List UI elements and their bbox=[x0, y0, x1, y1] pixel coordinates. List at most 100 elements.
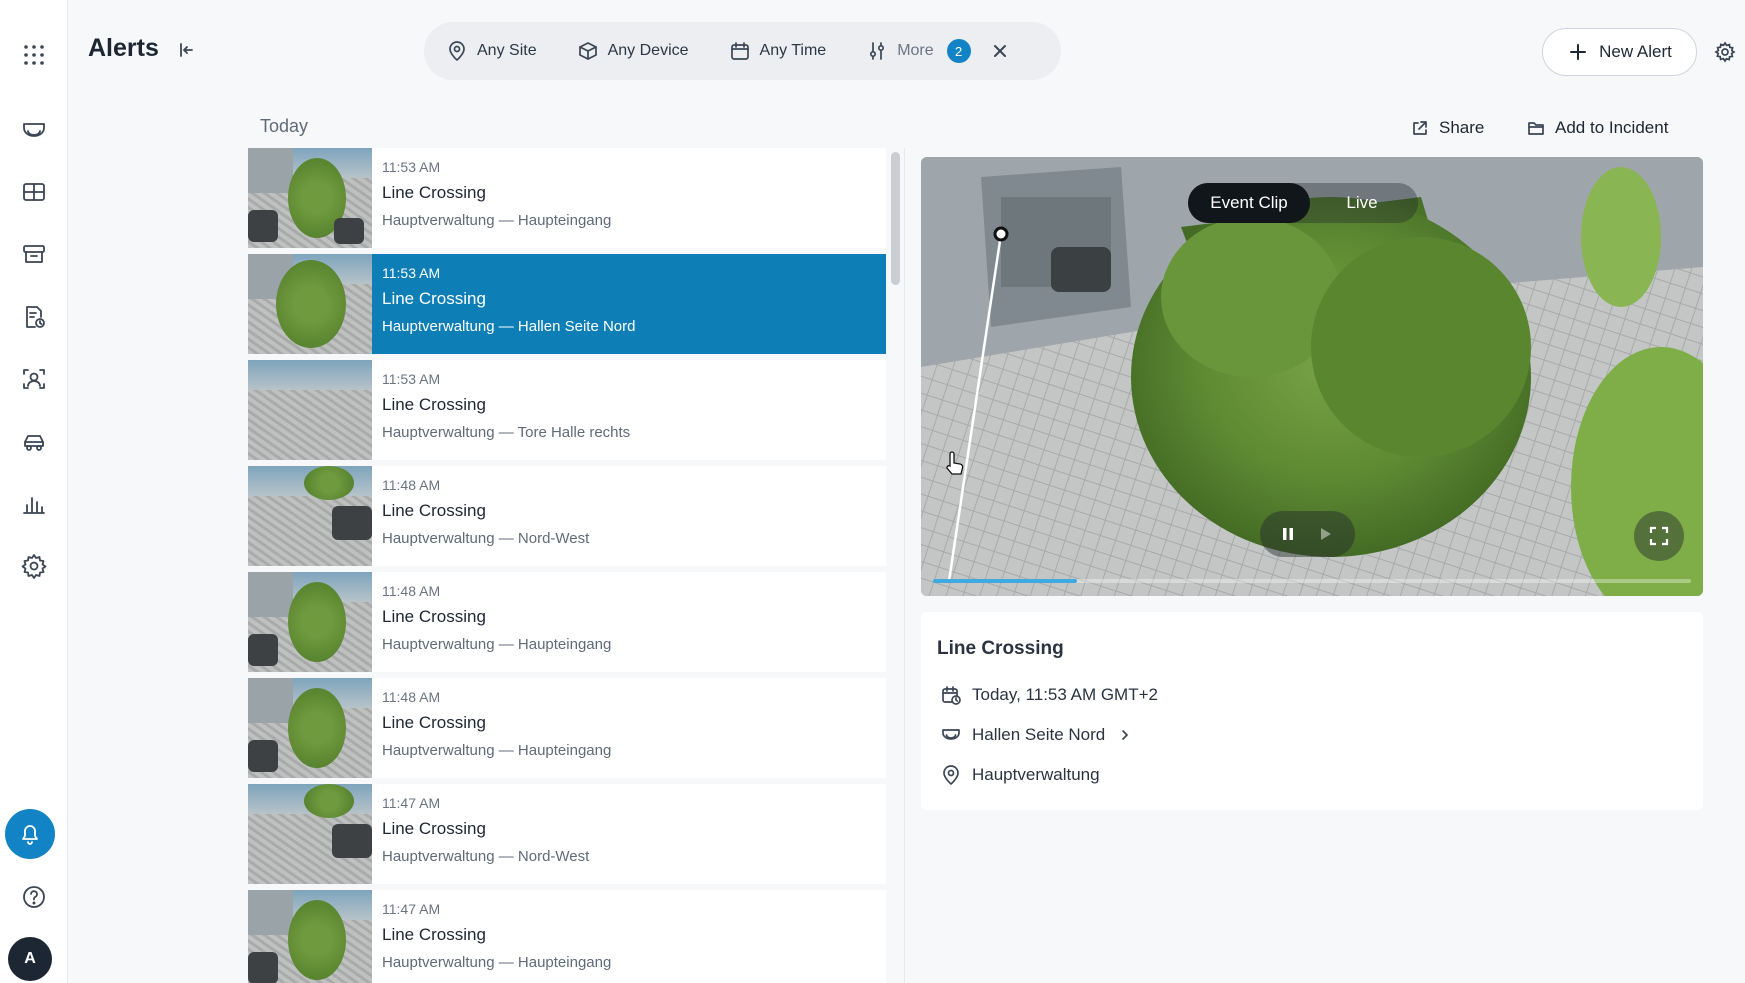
sidebar-item-cameras[interactable] bbox=[9, 105, 59, 155]
alert-list-item[interactable]: 11:48 AM Line Crossing Hauptverwaltung — H… bbox=[248, 678, 886, 778]
bar-chart-icon bbox=[23, 497, 45, 514]
alert-location: Hauptverwaltung — Haupteingang bbox=[382, 212, 612, 229]
alert-list-item[interactable]: 11:53 AM Line Crossing Hauptverwaltung — T… bbox=[248, 360, 886, 460]
alert-title: Line Crossing bbox=[382, 395, 486, 414]
filter-site[interactable]: Any Site bbox=[446, 40, 537, 62]
filter-more[interactable]: More 2 bbox=[866, 39, 971, 63]
collapse-panel-button[interactable] bbox=[176, 40, 198, 62]
apps-grid-button[interactable] bbox=[9, 30, 59, 80]
next-frame-button[interactable] bbox=[1315, 522, 1339, 546]
alert-list: 11:53 AM Line Crossing Hauptverwaltung — H… bbox=[248, 148, 886, 983]
filter-site-label: Any Site bbox=[477, 42, 537, 59]
alert-time: 11:53 AM bbox=[382, 371, 441, 387]
alerts-app: A Alerts Any Site Any Device Any Time Mo… bbox=[0, 0, 1745, 983]
alert-list-item[interactable]: 11:47 AM Line Crossing Hauptverwaltung — N… bbox=[248, 784, 886, 884]
sidebar-item-archive[interactable] bbox=[9, 229, 59, 279]
alert-row-body: 11:47 AM Line Crossing Hauptverwaltung — N… bbox=[372, 784, 589, 884]
alert-title: Line Crossing bbox=[382, 607, 486, 626]
alert-row-body: 11:48 AM Line Crossing Hauptverwaltung — H… bbox=[372, 572, 611, 672]
car-icon bbox=[24, 435, 44, 451]
user-avatar[interactable]: A bbox=[8, 937, 52, 981]
share-label: Share bbox=[1439, 118, 1485, 137]
alert-time: 11:53 AM bbox=[382, 159, 441, 175]
sliders-icon bbox=[870, 42, 885, 60]
clear-filters-button[interactable] bbox=[989, 40, 1011, 62]
alert-row-body: 11:48 AM Line Crossing Hauptverwaltung — N… bbox=[372, 466, 589, 566]
alert-title: Line Crossing bbox=[382, 925, 486, 944]
alert-time: 11:48 AM bbox=[382, 583, 441, 599]
alert-row-body: 11:53 AM Line Crossing Hauptverwaltung — T… bbox=[372, 360, 630, 460]
alert-thumbnail bbox=[248, 466, 372, 566]
alert-detail-camera-link[interactable]: Hallen Seite Nord bbox=[940, 724, 1131, 746]
filter-device[interactable]: Any Device bbox=[577, 40, 689, 62]
alert-detail-card: Line Crossing Today, 11:53 AM GMT+2 Hall… bbox=[921, 612, 1703, 810]
alert-location: Hauptverwaltung — Nord-West bbox=[382, 848, 590, 865]
filter-count-badge: 2 bbox=[946, 39, 971, 63]
bell-icon bbox=[22, 825, 38, 845]
sidebar-item-settings[interactable] bbox=[9, 541, 59, 591]
filter-device-label: Any Device bbox=[607, 42, 689, 59]
map-pin-icon bbox=[943, 765, 959, 785]
alert-list-item[interactable]: 11:53 AM Line Crossing Hauptverwaltung — H… bbox=[248, 254, 886, 354]
alert-list-item[interactable]: 11:53 AM Line Crossing Hauptverwaltung — H… bbox=[248, 148, 886, 248]
alert-detail-datetime: Today, 11:53 AM GMT+2 bbox=[940, 684, 1158, 706]
sidebar: A bbox=[0, 0, 68, 983]
sidebar-item-people[interactable] bbox=[9, 354, 59, 404]
clip-mode-toggle: Event Clip Live bbox=[1188, 183, 1418, 223]
alert-title: Line Crossing bbox=[382, 183, 486, 202]
alert-title: Line Crossing bbox=[382, 501, 486, 520]
calendar-icon bbox=[730, 42, 749, 60]
alert-time: 11:48 AM bbox=[382, 689, 441, 705]
alert-detail-camera-text: Hallen Seite Nord bbox=[972, 725, 1106, 744]
sidebar-item-vehicles[interactable] bbox=[9, 417, 59, 467]
face-scan-icon bbox=[23, 369, 45, 389]
dome-camera-icon bbox=[23, 123, 45, 137]
collapse-left-icon bbox=[180, 43, 193, 57]
add-to-incident-label: Add to Incident bbox=[1555, 118, 1669, 137]
help-button[interactable] bbox=[9, 872, 59, 922]
alert-time: 11:47 AM bbox=[382, 795, 441, 811]
archive-box-icon bbox=[23, 245, 45, 263]
alert-list-item[interactable]: 11:47 AM Line Crossing Hauptverwaltung — H… bbox=[248, 890, 886, 983]
alert-list-item[interactable]: 11:48 AM Line Crossing Hauptverwaltung — N… bbox=[248, 466, 886, 566]
chevron-right-icon bbox=[1122, 730, 1129, 740]
sidebar-item-views[interactable] bbox=[9, 167, 59, 217]
alert-time: 11:53 AM bbox=[382, 265, 441, 281]
new-alert-button[interactable]: New Alert bbox=[1542, 28, 1697, 76]
alert-row-body: 11:53 AM Line Crossing Hauptverwaltung — H… bbox=[372, 148, 611, 248]
hand-cursor-icon bbox=[946, 451, 964, 475]
alert-location: Hauptverwaltung — Haupteingang bbox=[382, 954, 612, 971]
gear-icon bbox=[21, 554, 47, 579]
pause-button[interactable] bbox=[1276, 522, 1300, 546]
page-settings-button[interactable] bbox=[1714, 41, 1738, 65]
alert-list-scrollbar[interactable] bbox=[891, 152, 900, 285]
fullscreen-button[interactable] bbox=[1634, 511, 1684, 561]
sidebar-item-analytics[interactable] bbox=[9, 479, 59, 529]
fullscreen-icon bbox=[1649, 526, 1669, 546]
sidebar-item-reports[interactable] bbox=[9, 292, 59, 342]
new-alert-label: New Alert bbox=[1599, 42, 1672, 61]
alert-time: 11:48 AM bbox=[382, 477, 441, 493]
playback-progress[interactable] bbox=[933, 579, 1691, 583]
alert-list-item[interactable]: 11:48 AM Line Crossing Hauptverwaltung — H… bbox=[248, 572, 886, 672]
page-title: Alerts bbox=[88, 34, 159, 62]
tab-live[interactable]: Live bbox=[1322, 183, 1402, 223]
alert-title: Line Crossing bbox=[382, 819, 486, 838]
close-icon bbox=[993, 45, 1006, 57]
tab-event-clip[interactable]: Event Clip bbox=[1188, 183, 1310, 223]
user-initial: A bbox=[24, 950, 36, 967]
video-player[interactable]: Event Clip Live bbox=[921, 157, 1703, 596]
share-button[interactable]: Share bbox=[1410, 118, 1484, 138]
alert-thumbnail bbox=[248, 678, 372, 778]
grid-dots-icon bbox=[24, 45, 44, 65]
add-to-incident-button[interactable]: Add to Incident bbox=[1526, 118, 1668, 138]
document-clock-icon bbox=[26, 306, 45, 328]
filter-bar: Any Site Any Device Any Time More 2 bbox=[424, 22, 1061, 80]
map-pin-icon bbox=[449, 41, 465, 61]
sidebar-item-alerts[interactable] bbox=[5, 809, 55, 859]
alert-detail-title: Line Crossing bbox=[937, 638, 1064, 659]
alert-title: Line Crossing bbox=[382, 713, 486, 732]
alert-thumbnail bbox=[248, 784, 372, 884]
panel-divider bbox=[904, 148, 905, 983]
filter-time[interactable]: Any Time bbox=[729, 40, 826, 62]
